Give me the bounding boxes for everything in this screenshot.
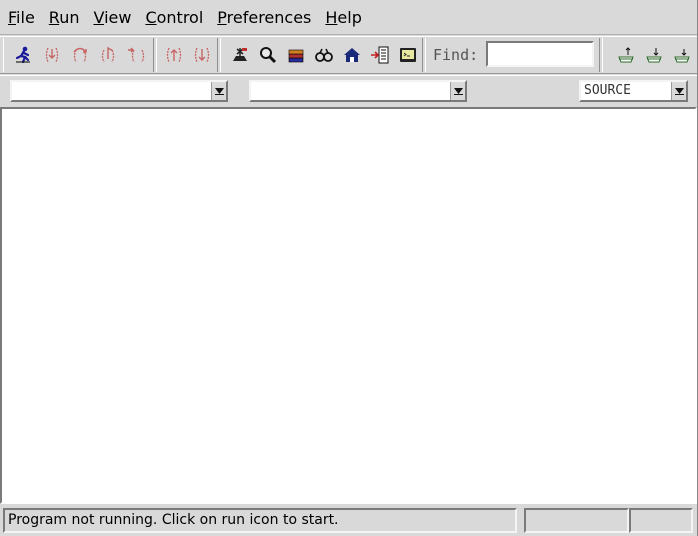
toolbar: Find: (0, 36, 697, 74)
goto-line-icon (371, 46, 389, 64)
menu-run[interactable]: Run (41, 0, 86, 35)
menubar: File Run View Control Preferences Help (0, 0, 697, 35)
search-icon (260, 47, 277, 64)
view-mode-value: SOURCE (581, 82, 672, 100)
view-mode-selector[interactable]: SOURCE (579, 80, 688, 102)
source-view[interactable] (0, 107, 697, 504)
status-cell-2 (629, 508, 693, 533)
file-selector[interactable] (10, 80, 228, 102)
frame-down-button[interactable] (190, 43, 214, 67)
status-message: Program not running. Click on run icon t… (3, 508, 517, 533)
menu-control[interactable]: Control (137, 0, 209, 35)
stack-down-button[interactable] (642, 43, 666, 67)
console-button[interactable] (396, 43, 420, 67)
run-icon (15, 46, 30, 64)
home-icon (344, 48, 360, 62)
goto-line-button[interactable] (368, 43, 392, 67)
stack-up-button[interactable] (614, 43, 638, 67)
watch-button[interactable] (312, 43, 336, 67)
stack-up-icon (618, 47, 634, 63)
finish-icon (128, 47, 145, 63)
finish-button[interactable] (124, 43, 148, 67)
down-icon (194, 47, 210, 63)
function-selector-value (251, 82, 451, 100)
next-button[interactable] (68, 43, 92, 67)
menu-preferences[interactable]: Preferences (209, 0, 317, 35)
menu-file[interactable]: File (0, 0, 41, 35)
selector-row: SOURCE (0, 75, 697, 107)
chevron-down-icon[interactable] (672, 82, 686, 100)
run-button[interactable] (11, 43, 35, 67)
next-icon (73, 47, 87, 63)
console-icon (400, 48, 416, 62)
stack-current-icon (674, 49, 690, 63)
watch-icon (315, 48, 333, 62)
until-button[interactable] (96, 43, 120, 67)
step-icon (45, 47, 59, 63)
find-input[interactable] (486, 41, 594, 67)
breakpoint-icon (233, 48, 247, 61)
breakpoint-button[interactable] (228, 43, 252, 67)
menu-help[interactable]: Help (317, 0, 367, 35)
step-button[interactable] (40, 43, 64, 67)
menu-view[interactable]: View (85, 0, 137, 35)
status-bar: Program not running. Click on run icon t… (0, 505, 697, 536)
stack-icon (288, 49, 304, 63)
until-icon (101, 46, 115, 63)
stack-current-button[interactable] (670, 43, 694, 67)
frame-up-button[interactable] (162, 43, 186, 67)
home-button[interactable] (340, 43, 364, 67)
stack-button[interactable] (284, 43, 308, 67)
status-cell-1 (524, 508, 629, 533)
file-selector-value (12, 82, 212, 100)
function-selector[interactable] (249, 80, 467, 102)
find-label: Find: (433, 46, 479, 64)
search-button[interactable] (256, 43, 280, 67)
chevron-down-icon[interactable] (451, 82, 465, 100)
stack-down-icon (646, 48, 662, 63)
debugger-window: File Run View Control Preferences Help F… (0, 0, 698, 536)
chevron-down-icon[interactable] (212, 82, 226, 100)
up-icon (166, 47, 182, 63)
